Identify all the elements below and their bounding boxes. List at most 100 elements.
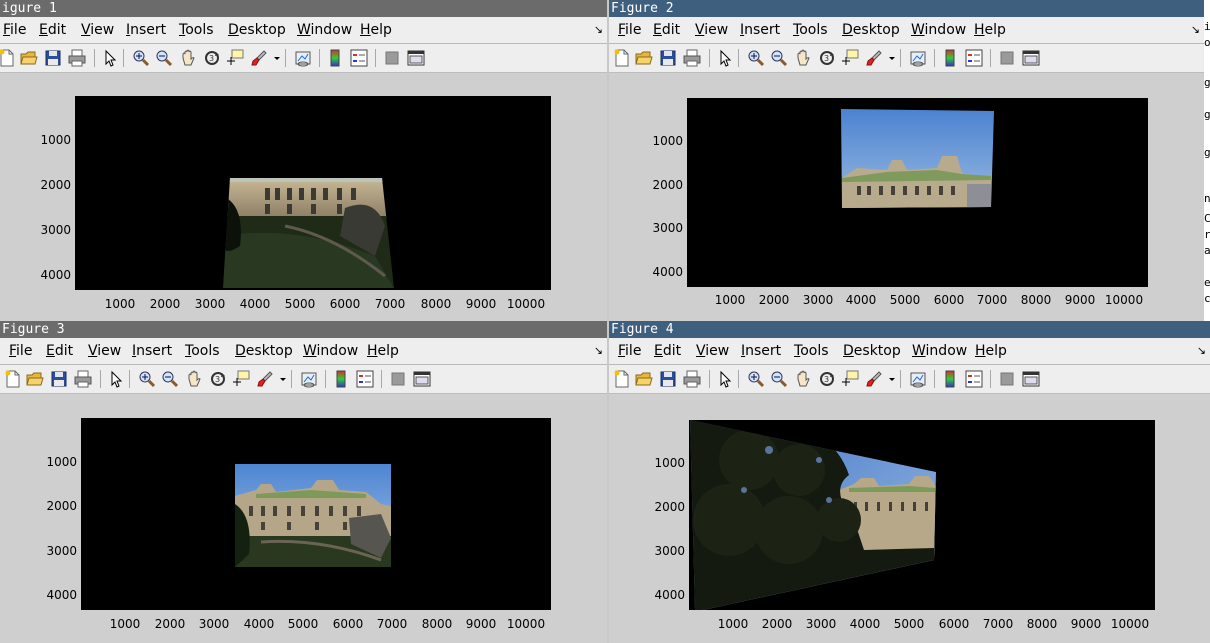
data-cursor-icon[interactable] bbox=[841, 370, 859, 388]
zoom-in-icon[interactable] bbox=[747, 49, 765, 67]
zoom-in-icon[interactable] bbox=[132, 49, 150, 67]
legend-icon[interactable] bbox=[965, 49, 983, 67]
hide-plot-tools-icon[interactable] bbox=[998, 49, 1016, 67]
data-cursor-icon[interactable] bbox=[226, 49, 244, 67]
open-file-icon[interactable] bbox=[635, 49, 653, 67]
pointer-icon[interactable] bbox=[107, 370, 125, 388]
plot-axes[interactable] bbox=[75, 96, 551, 290]
menu-tools[interactable]: Tools bbox=[185, 343, 220, 359]
pan-hand-icon[interactable] bbox=[179, 49, 197, 67]
menu-file[interactable]: File bbox=[618, 22, 641, 38]
legend-icon[interactable] bbox=[965, 370, 983, 388]
menu-window[interactable]: Window bbox=[303, 343, 358, 359]
menu-insert[interactable]: Insert bbox=[126, 22, 166, 38]
colorbar-icon[interactable] bbox=[941, 370, 959, 388]
menu-window[interactable]: Window bbox=[297, 22, 352, 38]
data-cursor-icon[interactable] bbox=[841, 49, 859, 67]
rotate-3d-icon[interactable]: 3 bbox=[209, 370, 227, 388]
brush-icon[interactable] bbox=[250, 49, 268, 67]
pointer-icon[interactable] bbox=[101, 49, 119, 67]
zoom-in-icon[interactable] bbox=[138, 370, 156, 388]
menu-desktop[interactable]: Desktop bbox=[843, 343, 901, 359]
print-icon[interactable] bbox=[68, 49, 86, 67]
brush-icon[interactable] bbox=[256, 370, 274, 388]
window-title[interactable]: igure 1 bbox=[0, 0, 607, 17]
brush-dropdown-icon[interactable] bbox=[888, 49, 896, 67]
pan-hand-icon[interactable] bbox=[185, 370, 203, 388]
menu-window[interactable]: Window bbox=[912, 343, 967, 359]
menu-view[interactable]: View bbox=[81, 22, 114, 38]
brush-dropdown-icon[interactable] bbox=[888, 370, 896, 388]
menu-tools[interactable]: Tools bbox=[794, 343, 829, 359]
save-icon[interactable] bbox=[50, 370, 68, 388]
dock-arrow-icon[interactable]: ↘ bbox=[1191, 23, 1200, 36]
menu-edit[interactable]: Edit bbox=[654, 343, 681, 359]
plot-axes[interactable] bbox=[81, 418, 551, 610]
window-title[interactable]: Figure 4 bbox=[609, 321, 1210, 338]
rotate-3d-icon[interactable]: 3 bbox=[818, 49, 836, 67]
menu-view[interactable]: View bbox=[695, 22, 728, 38]
menu-help[interactable]: Help bbox=[367, 343, 399, 359]
zoom-in-icon[interactable] bbox=[747, 370, 765, 388]
plot-axes[interactable] bbox=[687, 98, 1148, 287]
colorbar-icon[interactable] bbox=[941, 49, 959, 67]
zoom-out-icon[interactable] bbox=[161, 370, 179, 388]
link-plot-icon[interactable] bbox=[300, 370, 318, 388]
link-plot-icon[interactable] bbox=[294, 49, 312, 67]
show-plot-tools-icon[interactable] bbox=[413, 370, 431, 388]
window-title[interactable]: Figure 3 bbox=[0, 321, 607, 338]
menu-window[interactable]: Window bbox=[911, 22, 966, 38]
colorbar-icon[interactable] bbox=[332, 370, 350, 388]
pan-hand-icon[interactable] bbox=[794, 370, 812, 388]
print-icon[interactable] bbox=[74, 370, 92, 388]
print-icon[interactable] bbox=[683, 49, 701, 67]
menu-edit[interactable]: Edit bbox=[39, 22, 66, 38]
pointer-icon[interactable] bbox=[716, 49, 734, 67]
zoom-out-icon[interactable] bbox=[770, 49, 788, 67]
show-plot-tools-icon[interactable] bbox=[1022, 370, 1040, 388]
rotate-3d-icon[interactable]: 3 bbox=[203, 49, 221, 67]
window-title[interactable]: Figure 2 bbox=[609, 0, 1204, 17]
plot-axes[interactable] bbox=[689, 420, 1155, 610]
legend-icon[interactable] bbox=[350, 49, 368, 67]
rotate-3d-icon[interactable]: 3 bbox=[818, 370, 836, 388]
brush-dropdown-icon[interactable] bbox=[273, 49, 281, 67]
menu-help[interactable]: Help bbox=[974, 22, 1006, 38]
new-figure-icon[interactable] bbox=[613, 370, 631, 388]
link-plot-icon[interactable] bbox=[909, 49, 927, 67]
save-icon[interactable] bbox=[659, 370, 677, 388]
hide-plot-tools-icon[interactable] bbox=[383, 49, 401, 67]
zoom-out-icon[interactable] bbox=[155, 49, 173, 67]
open-file-icon[interactable] bbox=[26, 370, 44, 388]
menu-tools[interactable]: Tools bbox=[179, 22, 214, 38]
save-icon[interactable] bbox=[659, 49, 677, 67]
hide-plot-tools-icon[interactable] bbox=[389, 370, 407, 388]
menu-view[interactable]: View bbox=[696, 343, 729, 359]
new-figure-icon[interactable] bbox=[0, 49, 16, 67]
zoom-out-icon[interactable] bbox=[770, 370, 788, 388]
dock-arrow-icon[interactable]: ↘ bbox=[594, 344, 603, 357]
menu-insert[interactable]: Insert bbox=[132, 343, 172, 359]
legend-icon[interactable] bbox=[356, 370, 374, 388]
menu-file[interactable]: File bbox=[9, 343, 32, 359]
menu-edit[interactable]: Edit bbox=[653, 22, 680, 38]
colorbar-icon[interactable] bbox=[326, 49, 344, 67]
dock-arrow-icon[interactable]: ↘ bbox=[1197, 344, 1206, 357]
open-file-icon[interactable] bbox=[635, 370, 653, 388]
menu-edit[interactable]: Edit bbox=[46, 343, 73, 359]
pointer-icon[interactable] bbox=[716, 370, 734, 388]
brush-icon[interactable] bbox=[865, 49, 883, 67]
show-plot-tools-icon[interactable] bbox=[407, 49, 425, 67]
menu-desktop[interactable]: Desktop bbox=[228, 22, 286, 38]
menu-tools[interactable]: Tools bbox=[793, 22, 828, 38]
data-cursor-icon[interactable] bbox=[232, 370, 250, 388]
menu-insert[interactable]: Insert bbox=[741, 343, 781, 359]
link-plot-icon[interactable] bbox=[909, 370, 927, 388]
menu-help[interactable]: Help bbox=[360, 22, 392, 38]
brush-icon[interactable] bbox=[865, 370, 883, 388]
save-icon[interactable] bbox=[44, 49, 62, 67]
open-file-icon[interactable] bbox=[20, 49, 38, 67]
show-plot-tools-icon[interactable] bbox=[1022, 49, 1040, 67]
menu-view[interactable]: View bbox=[88, 343, 121, 359]
menu-insert[interactable]: Insert bbox=[740, 22, 780, 38]
